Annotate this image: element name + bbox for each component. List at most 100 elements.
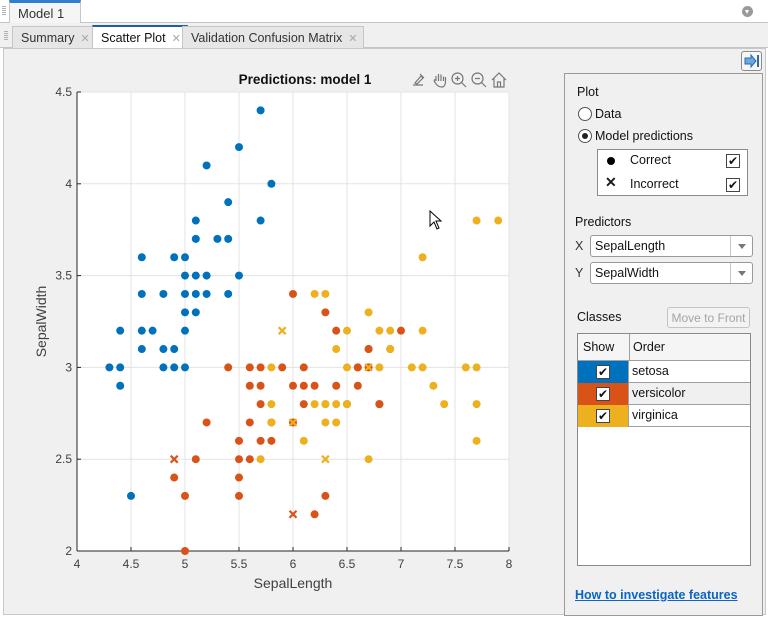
show-virginica-checkbox[interactable]: ✔ [596, 409, 610, 423]
data-point-virginica [364, 455, 373, 464]
data-point-setosa [159, 345, 168, 354]
data-point-virginica [332, 418, 341, 427]
data-point-setosa [116, 363, 125, 372]
data-point-virginica [299, 436, 308, 445]
data-point-virginica [256, 455, 265, 464]
data-point-versicolor [256, 381, 265, 390]
x-axis-label: SepalLength [254, 575, 333, 591]
class-row-setosa[interactable]: ✔ setosa [578, 361, 750, 383]
data-point-setosa [170, 253, 179, 262]
data-point-setosa [181, 253, 189, 262]
incorrect-label: Incorrect [630, 177, 679, 191]
data-point-setosa [159, 289, 168, 298]
data-point-versicolor [299, 381, 308, 390]
data-point-virginica [343, 363, 351, 372]
data-point-versicolor [267, 436, 276, 445]
data-point-versicolor [181, 491, 189, 500]
data-point-versicolor [245, 363, 254, 372]
x-tick-label: 5.5 [231, 557, 248, 571]
collapse-arrow-icon [744, 53, 759, 69]
data-radio[interactable] [578, 107, 592, 121]
data-point-versicolor [245, 455, 254, 464]
y-predictor-select[interactable]: SepalWidth [590, 262, 753, 284]
data-point-setosa [191, 271, 200, 280]
zoom-out-icon[interactable] [470, 71, 488, 89]
data-point-setosa [202, 271, 211, 280]
model-predictions-radio[interactable] [578, 129, 592, 143]
x-tick-label: 4.5 [123, 557, 140, 571]
collapse-panel-button[interactable] [741, 51, 762, 71]
data-point-setosa [202, 289, 211, 298]
move-to-front-button[interactable]: Move to Front [667, 307, 750, 328]
data-point-virginica [461, 363, 470, 372]
zoom-in-icon[interactable] [450, 71, 468, 89]
data-point-virginica [418, 253, 427, 262]
x-tick-label: 4 [74, 557, 81, 571]
data-point-setosa [159, 363, 168, 372]
help-link[interactable]: How to investigate features [575, 588, 738, 602]
classes-table: Show Order ✔ setosa ✔ versicolor ✔ virgi… [577, 333, 751, 566]
data-point-setosa [191, 308, 200, 317]
data-point-setosa [202, 161, 211, 170]
data-point-virginica [418, 363, 427, 372]
correct-label: Correct [630, 153, 671, 167]
data-point-setosa [181, 363, 189, 372]
data-point-versicolor [364, 345, 373, 354]
x-tick-label: 8 [506, 557, 513, 571]
brush-icon[interactable] [410, 71, 428, 89]
data-point-virginica [267, 418, 276, 427]
data-point-setosa [137, 326, 146, 335]
chevron-down-icon[interactable] [730, 263, 752, 283]
data-point-versicolor [289, 289, 297, 298]
scatter-plot[interactable]: 4 4.5 5 5.5 6 6.5 7 7.5 8 2 2.5 3 3.5 4 4.5 SepalLength… [0, 0, 560, 617]
data-point-virginica [310, 289, 319, 298]
data-point-versicolor [235, 491, 243, 500]
pan-icon[interactable] [431, 71, 449, 89]
data-point-versicolor [256, 363, 265, 372]
data-point-versicolor [256, 436, 265, 445]
data-point-setosa [116, 326, 125, 335]
y-predictor-value: SepalWidth [595, 266, 659, 280]
data-point-setosa [191, 289, 200, 298]
data-point-versicolor [299, 363, 308, 372]
data-point-virginica [418, 326, 427, 335]
class-row-virginica[interactable]: ✔ virginica [578, 405, 750, 427]
data-point-virginica [267, 363, 276, 372]
x-tick-label: 5 [182, 557, 189, 571]
data-point-versicolor [310, 510, 319, 519]
data-point-virginica [386, 326, 395, 335]
chevron-down-icon[interactable] [730, 236, 752, 256]
show-correct-checkbox[interactable]: ✔ [726, 154, 740, 168]
data-point-virginica [429, 381, 438, 390]
data-point-setosa [181, 308, 189, 317]
data-point-versicolor [375, 400, 384, 409]
data-point-virginica [386, 345, 395, 354]
data-radio-label[interactable]: Data [595, 107, 621, 121]
show-incorrect-checkbox[interactable]: ✔ [726, 178, 740, 192]
classes-heading: Classes [577, 310, 622, 324]
class-color-swatch: ✔ [578, 405, 629, 427]
data-point-setosa [170, 363, 179, 372]
home-icon[interactable] [490, 71, 508, 89]
document-menu-icon[interactable] [742, 6, 753, 17]
data-point-versicolor [299, 400, 308, 409]
show-versicolor-checkbox[interactable]: ✔ [596, 387, 610, 401]
show-setosa-checkbox[interactable]: ✔ [596, 365, 610, 379]
data-point-versicolor [245, 381, 254, 390]
data-point-virginica [267, 400, 276, 409]
data-point-setosa [105, 363, 114, 372]
data-point-virginica [440, 400, 449, 409]
data-point-setosa [224, 198, 233, 207]
y-tick-label: 4 [65, 177, 72, 191]
x-predictor-select[interactable]: SepalLength [590, 235, 753, 257]
data-point-versicolor [202, 418, 211, 427]
data-point-virginica [321, 418, 330, 427]
marker-legend-box: Correct ✔ ✕ Incorrect ✔ [597, 149, 748, 196]
class-row-versicolor[interactable]: ✔ versicolor [578, 383, 750, 405]
data-point-setosa [127, 491, 135, 500]
y-tick-label: 3 [65, 360, 72, 374]
data-point-virginica [343, 326, 351, 335]
model-predictions-radio-label[interactable]: Model predictions [595, 129, 693, 143]
data-point-versicolor [235, 473, 243, 482]
data-point-virginica [472, 436, 481, 445]
